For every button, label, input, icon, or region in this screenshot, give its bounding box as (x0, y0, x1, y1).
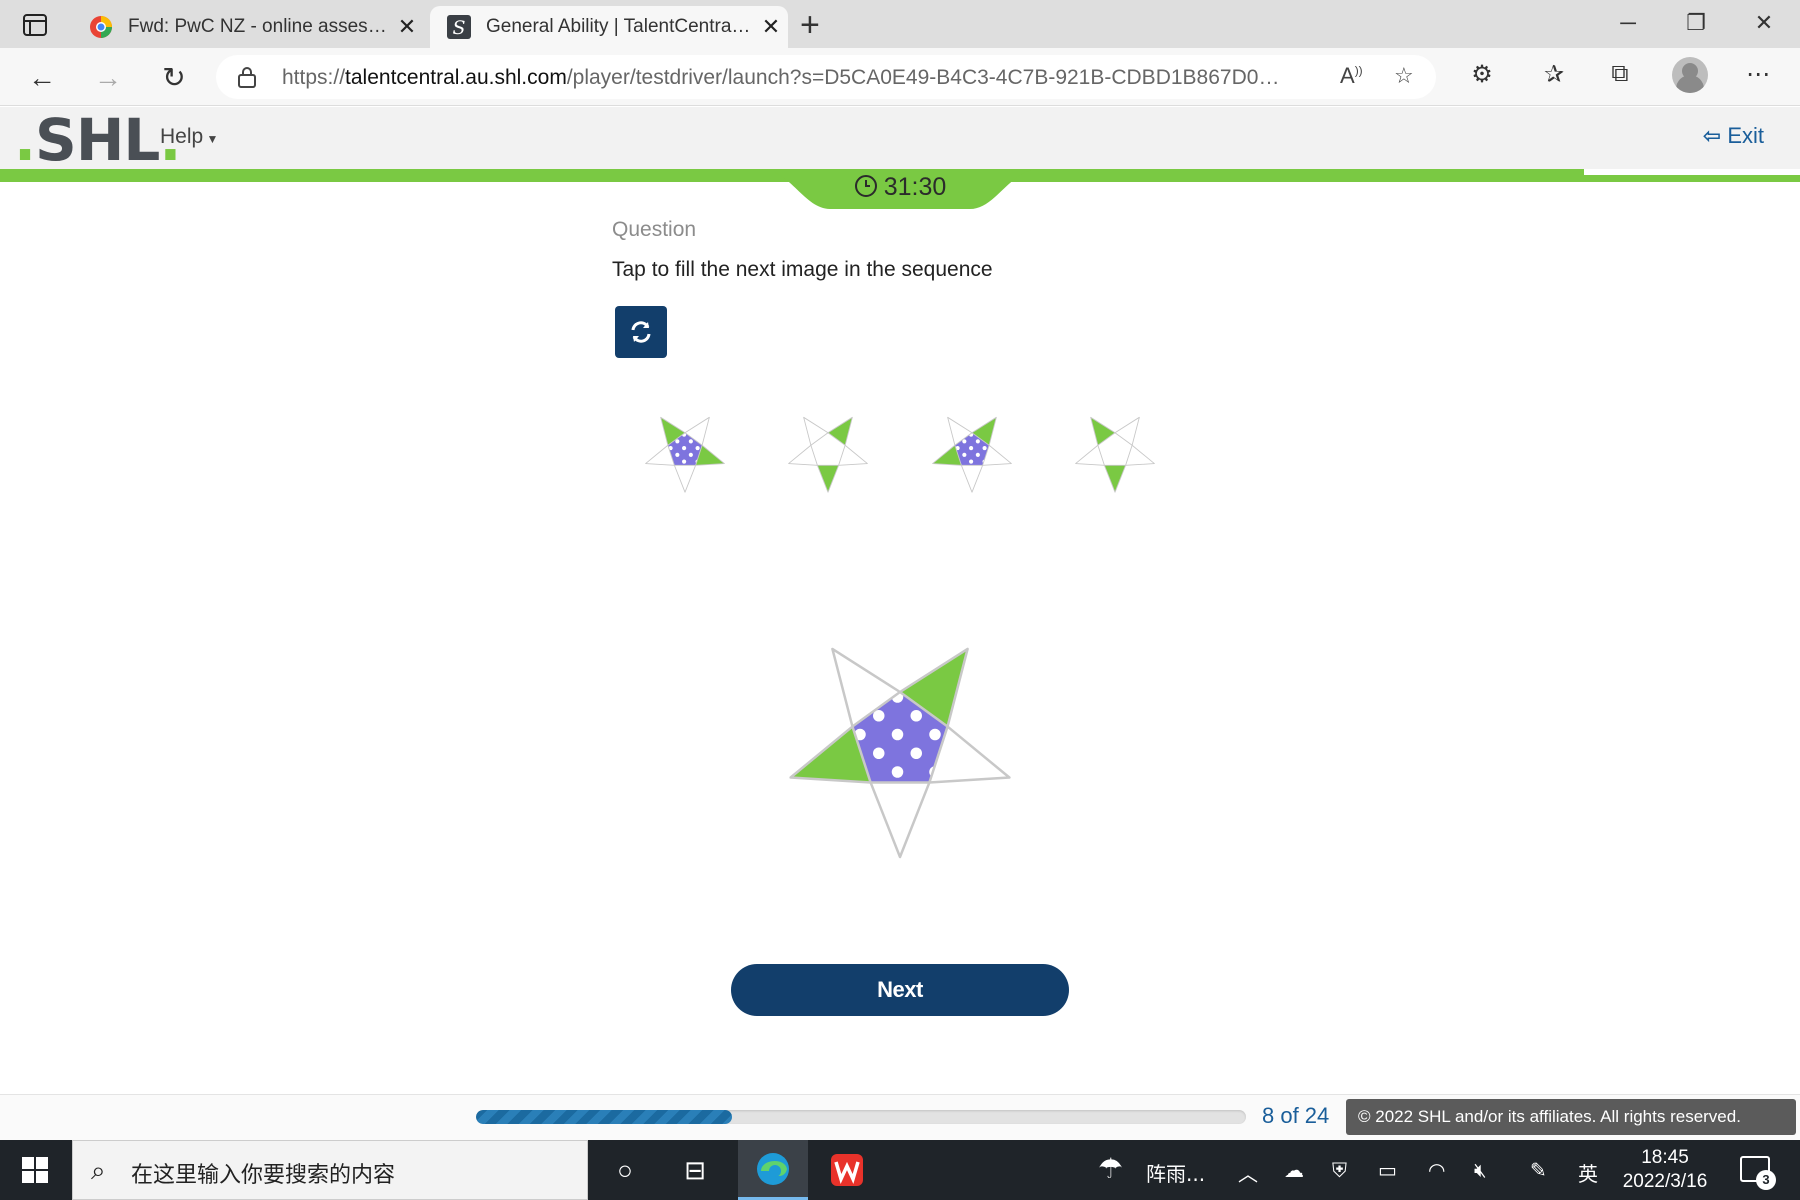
security-icon[interactable]: ⛨ (1332, 1158, 1347, 1182)
timer-value: 31:30 (883, 173, 947, 201)
question-label: Question (612, 218, 697, 241)
progress-bar (476, 1110, 1246, 1124)
close-window-icon[interactable]: ✕ (1734, 8, 1794, 38)
weather-text[interactable]: 阵雨... (1146, 1158, 1205, 1187)
progress-bar-fill (476, 1110, 733, 1124)
battery-icon[interactable]: ▭ (1378, 1158, 1397, 1182)
clock-date: 2022/3/16 (1622, 1171, 1708, 1192)
tray-expand-icon[interactable]: ︿ (1238, 1158, 1258, 1187)
restore-icon[interactable]: ❐ (1666, 8, 1726, 38)
tab-title: Fwd: PwC NZ - online assessmen (128, 16, 390, 37)
notification-count: 3 (1756, 1170, 1776, 1190)
close-tab-icon[interactable]: ✕ (390, 14, 424, 40)
url-path: /player/testdriver/launch?s=D5CA0E49-B4C… (566, 66, 1292, 89)
app-header: .SHL. Help ▼ ⇦ Exit (0, 107, 1800, 169)
address-bar[interactable]: https://talentcentral.au.shl.com/player/… (216, 55, 1436, 99)
back-icon[interactable]: ← (22, 58, 62, 98)
more-menu-icon[interactable]: ⋯ (1738, 60, 1778, 89)
windows-taskbar: ⌕ 在这里输入你要搜索的内容 ○ ⊟ ☂ 阵雨... ︿ ☁ ⛨ ▭ ◠ 🔇︎ … (0, 1140, 1800, 1200)
sequence-image-4 (1075, 416, 1155, 493)
extensions-icon[interactable]: ⚙ (1462, 60, 1502, 89)
star-point-triangle (1103, 464, 1127, 493)
lock-icon (238, 67, 256, 88)
collections-icon[interactable]: ⧉ (1600, 60, 1640, 88)
volume-muted-icon[interactable]: 🔇︎ (1474, 1158, 1487, 1182)
pen-icon[interactable]: ✎ (1530, 1158, 1547, 1182)
browser-tab-shl[interactable]: S General Ability | TalentCentral-Ca ✕ (430, 6, 788, 48)
svg-text:S: S (452, 17, 465, 39)
refresh-icon[interactable]: ↻ (154, 58, 194, 98)
cortana-icon[interactable]: ○ (590, 1140, 660, 1200)
sequence-image-1 (645, 416, 725, 493)
profile-avatar[interactable] (1672, 57, 1708, 93)
clock-icon (854, 175, 877, 197)
search-placeholder: 在这里输入你要搜索的内容 (131, 1163, 396, 1188)
exit-label: Exit (1727, 123, 1764, 148)
task-view-icon[interactable]: ⊟ (660, 1140, 730, 1200)
timer-tab: 31:30 (760, 169, 1040, 213)
sequence-image-2 (788, 416, 868, 493)
browser-toolbar: ← → ↻ https://talentcentral.au.shl.com/p… (0, 48, 1800, 106)
wps-logo-icon (831, 1154, 863, 1186)
weather-umbrella-icon[interactable]: ☂ (1098, 1152, 1123, 1185)
taskbar-clock[interactable]: 18:45 2022/3/16 (1610, 1146, 1720, 1194)
new-tab-icon[interactable]: + (800, 8, 820, 42)
url-text[interactable]: https://talentcentral.au.shl.com/player/… (282, 66, 1292, 90)
tab-actions-icon[interactable] (18, 12, 54, 38)
minimize-icon[interactable]: ─ (1598, 8, 1658, 38)
url-scheme: https:// (282, 66, 346, 89)
copyright-text: © 2022 SHL and/or its affiliates. All ri… (1346, 1099, 1796, 1135)
url-host: talentcentral.au.shl.com (345, 66, 567, 89)
help-menu[interactable]: Help ▼ (160, 125, 218, 149)
next-button[interactable]: Next (731, 964, 1069, 1016)
ime-indicator[interactable]: 英 (1578, 1158, 1598, 1187)
browser-tab-strip: Fwd: PwC NZ - online assessmen ✕ S Gener… (0, 0, 1800, 48)
star-point-triangle (869, 781, 931, 859)
answer-option-image[interactable] (770, 612, 1030, 862)
sequence-image-3 (932, 416, 1012, 493)
edge-logo-icon (757, 1152, 789, 1185)
tab-title: General Ability | TalentCentral-Ca (486, 16, 754, 37)
wifi-icon[interactable]: ◠ (1428, 1158, 1445, 1182)
shl-logo: .SHL. (14, 106, 181, 174)
exit-icon: ⇦ (1702, 123, 1722, 148)
star-point-triangle (960, 464, 984, 493)
onedrive-icon[interactable]: ☁ (1284, 1158, 1304, 1182)
taskbar-search[interactable]: ⌕ 在这里输入你要搜索的内容 (72, 1140, 588, 1200)
question-prompt: Tap to fill the next image in the sequen… (612, 258, 993, 281)
exit-button[interactable]: ⇦ Exit (1703, 123, 1764, 149)
edge-browser-icon[interactable] (738, 1140, 808, 1200)
mail-app-icon (90, 16, 112, 38)
close-tab-icon[interactable]: ✕ (754, 14, 788, 40)
favorites-icon[interactable]: ✰ (1534, 60, 1574, 89)
add-favorite-icon[interactable]: ☆ (1394, 63, 1414, 89)
windows-start-icon[interactable] (22, 1157, 48, 1183)
clock-time: 18:45 (1641, 1147, 1689, 1168)
forward-icon[interactable]: → (88, 58, 128, 98)
star-point-triangle (673, 464, 697, 493)
progress-text: 8 of 24 (1262, 1103, 1330, 1128)
shl-favicon: S (447, 15, 471, 39)
timer: 31:30 (760, 173, 1040, 202)
help-label: Help (160, 125, 204, 148)
wps-office-icon[interactable] (812, 1140, 882, 1200)
caret-down-icon: ▼ (203, 132, 219, 146)
star-point-triangle (816, 464, 840, 493)
reset-icon (631, 321, 651, 343)
browser-tab-mail[interactable]: Fwd: PwC NZ - online assessmen ✕ (72, 6, 424, 48)
search-icon: ⌕ (91, 1155, 106, 1185)
read-aloud-icon[interactable]: A)) (1340, 63, 1363, 89)
footer: 8 of 24 © 2022 SHL and/or its affiliates… (0, 1094, 1800, 1140)
reset-button[interactable] (615, 306, 667, 358)
